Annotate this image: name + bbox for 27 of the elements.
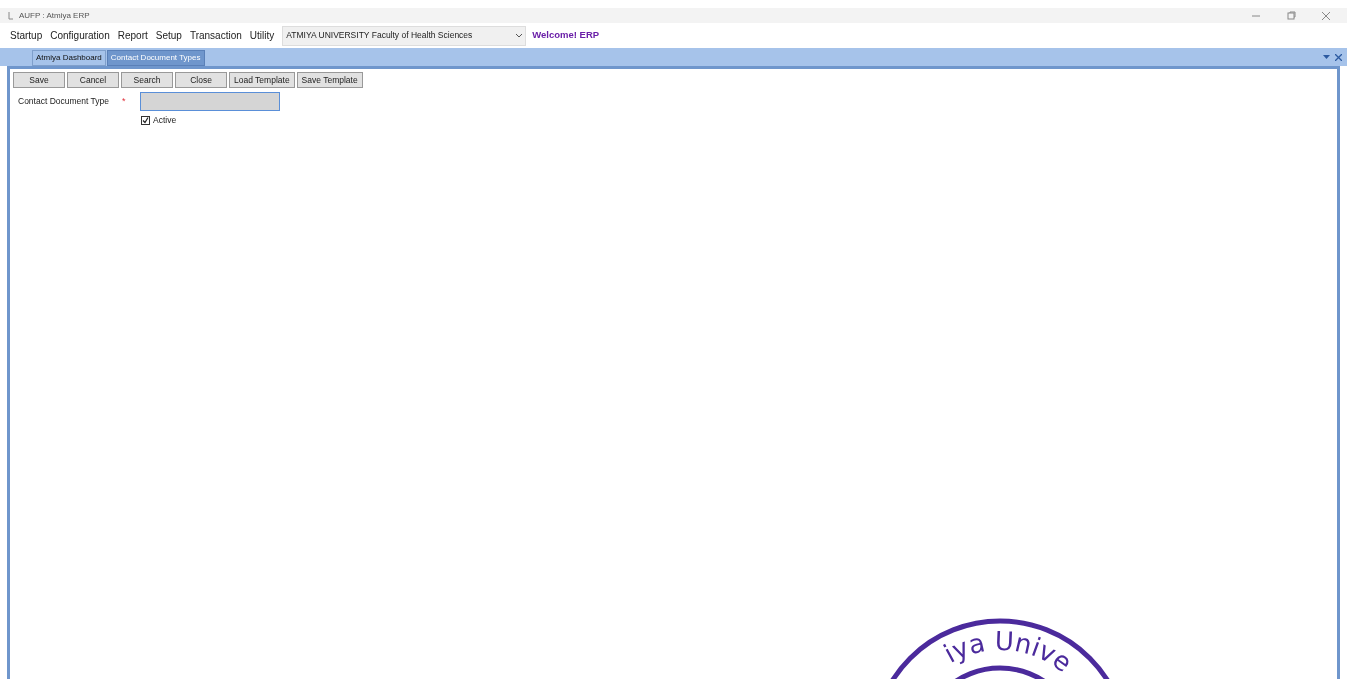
restore-icon[interactable] (1286, 10, 1296, 21)
chevron-down-icon (516, 33, 523, 38)
toolbar-button[interactable]: Load Template (229, 72, 295, 88)
toolbar-button[interactable]: Cancel (67, 72, 119, 88)
checkbox[interactable] (141, 115, 150, 125)
checkbox-label: Active (153, 114, 177, 127)
field-label: Contact Document Type (18, 95, 111, 108)
menu-item[interactable]: Startup (10, 28, 43, 43)
menu-item[interactable]: Report (117, 28, 148, 43)
close-icon[interactable] (1335, 54, 1342, 61)
welcome-text: Welcome! ERP (532, 28, 600, 43)
menu-item[interactable]: Setup (155, 28, 182, 43)
menu-item[interactable]: Transaction (189, 28, 242, 43)
window-title: AUFP : Atmiya ERP (19, 9, 90, 22)
dropdown-arrow-icon[interactable] (1323, 55, 1330, 60)
app-icon (8, 11, 14, 20)
institute-dropdown[interactable]: ATMIYA UNIVERSITY Faculty of Health Sciences (282, 25, 527, 46)
toolbar-button[interactable]: Close (175, 72, 227, 88)
menu-item[interactable]: Utility (249, 28, 275, 43)
toolbar-button[interactable]: Search (121, 72, 173, 88)
input-field[interactable] (140, 92, 280, 111)
required-asterisk: * (122, 94, 126, 108)
close-icon[interactable] (1321, 10, 1331, 21)
menu-item[interactable]: Configuration (50, 28, 110, 43)
toolbar-button[interactable]: Save (13, 72, 65, 88)
tab[interactable]: Atmiya Dashboard (32, 50, 106, 66)
toolbar-button[interactable]: Save Template (296, 72, 363, 88)
